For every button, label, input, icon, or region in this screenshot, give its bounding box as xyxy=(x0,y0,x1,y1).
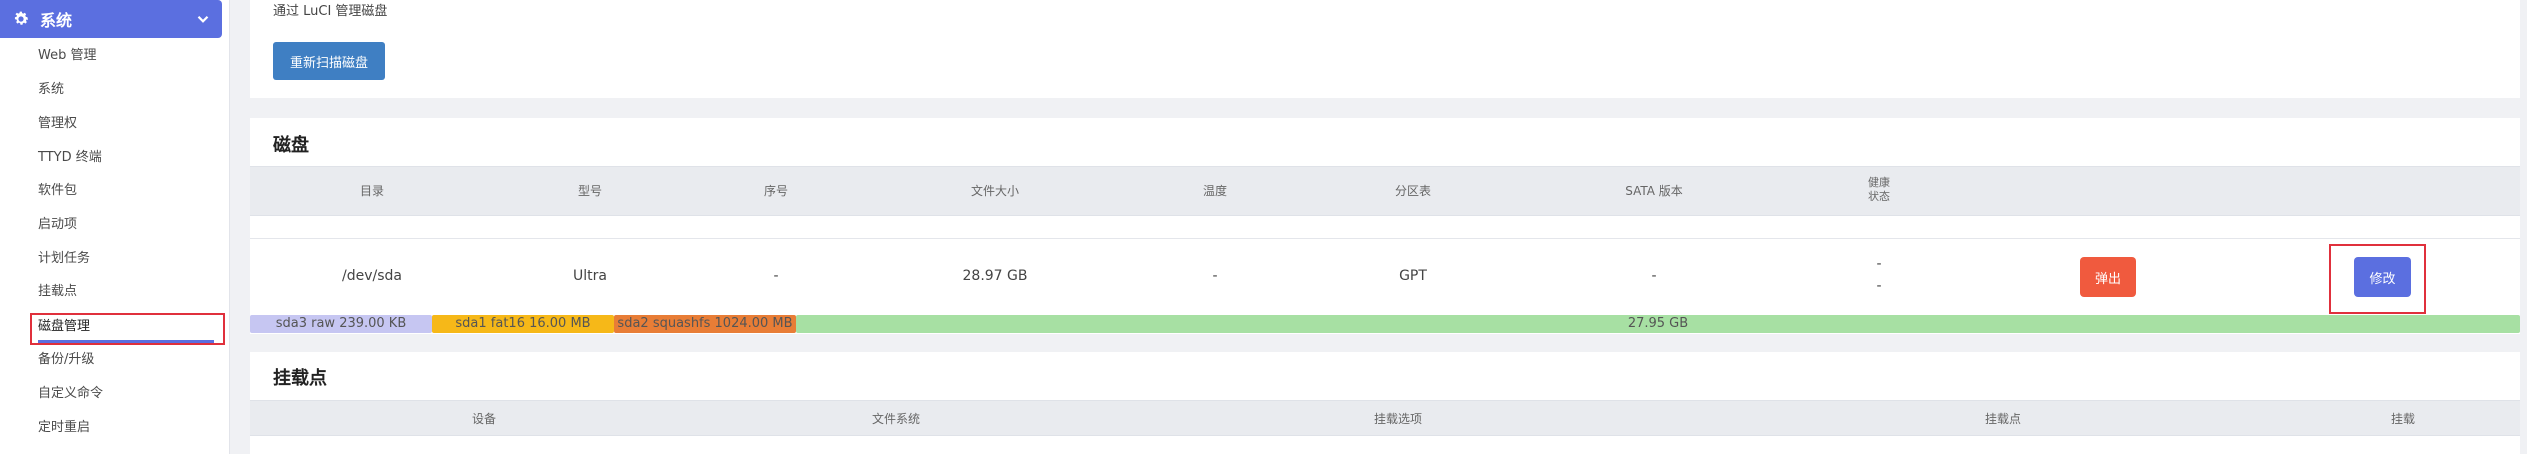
partition-segment[interactable]: 27.95 GB xyxy=(796,315,2520,333)
disk-sata-version: - xyxy=(1651,268,1657,284)
row-divider xyxy=(250,238,2520,239)
sidebar-header-system[interactable]: 系统 xyxy=(0,0,222,38)
col-serial: 序号 xyxy=(763,184,789,198)
disk-card xyxy=(250,118,2520,334)
sidebar-item-admin[interactable]: 管理权 xyxy=(38,112,77,136)
edit-button[interactable]: 修改 xyxy=(2354,257,2411,297)
sidebar: 系统 Web 管理 系统 管理权 TTYD 终端 软件包 启动项 计划任务 挂载… xyxy=(0,0,230,454)
col-mount: 挂载 xyxy=(2390,412,2416,426)
sidebar-item-web-admin[interactable]: Web 管理 xyxy=(38,44,96,68)
col-filesystem: 文件系统 xyxy=(871,412,921,426)
partition-segment[interactable]: sda2 squashfs 1024.00 MB xyxy=(614,315,796,333)
col-mount-point: 挂载点 xyxy=(1984,412,2022,426)
disk-partition-table: GPT xyxy=(1399,268,1427,284)
page-description: 通过 LuCI 管理磁盘 xyxy=(273,4,388,19)
sidebar-item-scheduled-reboot[interactable]: 定时重启 xyxy=(38,416,90,440)
chevron-down-icon xyxy=(194,10,212,28)
disk-temp: - xyxy=(1212,268,1218,284)
disk-section-title: 磁盘 xyxy=(273,135,309,156)
sidebar-item-backup[interactable]: 备份/升级 xyxy=(38,348,94,372)
col-mount-options: 挂载选项 xyxy=(1373,412,1423,426)
col-sata-version: SATA 版本 xyxy=(1625,184,1683,198)
eject-button[interactable]: 弹出 xyxy=(2080,257,2136,297)
disk-health: - xyxy=(1876,256,1882,272)
col-device: 设备 xyxy=(471,412,497,426)
col-model: 型号 xyxy=(577,184,603,198)
sidebar-item-custom-commands[interactable]: 自定义命令 xyxy=(38,382,103,406)
col-size: 文件大小 xyxy=(970,184,1020,198)
partition-bar: sda3 raw 239.00 KB sda1 fat16 16.00 MB s… xyxy=(250,315,2520,333)
partition-segment[interactable]: sda1 fat16 16.00 MB xyxy=(432,315,614,333)
sidebar-header-label: 系统 xyxy=(40,11,73,30)
disk-model: Ultra xyxy=(573,268,607,284)
sidebar-item-mounts[interactable]: 挂载点 xyxy=(38,280,77,304)
disk-status: - xyxy=(1876,278,1882,294)
sidebar-item-system[interactable]: 系统 xyxy=(38,78,64,102)
rescan-disks-button[interactable]: 重新扫描磁盘 xyxy=(273,42,385,80)
sidebar-item-startup[interactable]: 启动项 xyxy=(38,213,77,237)
col-status: 状态 xyxy=(1868,190,1890,203)
disk-serial: - xyxy=(773,268,779,284)
mount-section-title: 挂载点 xyxy=(273,368,327,389)
disk-size: 28.97 GB xyxy=(962,268,1028,284)
partition-segment[interactable]: sda3 raw 239.00 KB xyxy=(250,315,432,333)
gear-icon xyxy=(10,8,32,30)
col-path: 目录 xyxy=(359,184,385,198)
disk-path: /dev/sda xyxy=(342,268,402,284)
sidebar-item-ttyd[interactable]: TTYD 终端 xyxy=(38,146,102,170)
col-partition-table: 分区表 xyxy=(1394,184,1432,198)
sidebar-item-cron[interactable]: 计划任务 xyxy=(38,247,90,271)
col-temp: 温度 xyxy=(1202,184,1228,198)
rescan-card xyxy=(250,0,2520,98)
sidebar-item-packages[interactable]: 软件包 xyxy=(38,179,77,203)
active-item-underline xyxy=(38,340,214,343)
